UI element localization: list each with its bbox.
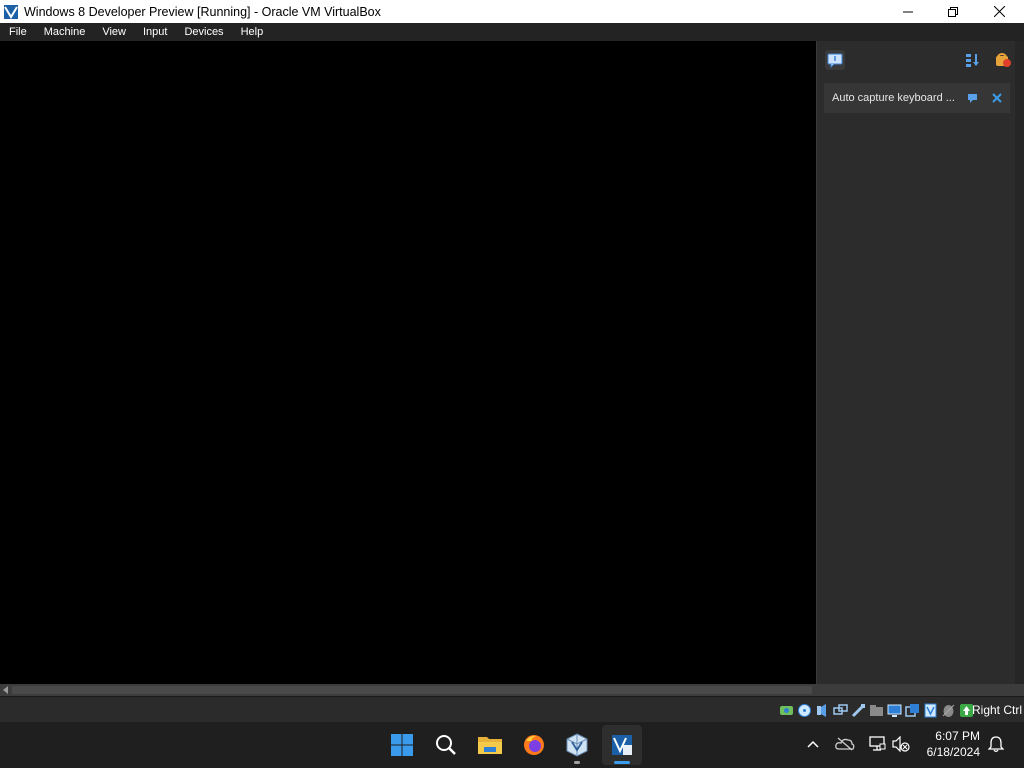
notification-message: Auto capture keyboard ... — [832, 92, 955, 104]
virtualbox-icon — [3, 4, 19, 20]
search-icon — [436, 735, 456, 755]
title-bar[interactable]: Windows 8 Developer Preview [Running] - … — [0, 0, 1024, 23]
display-icon[interactable] — [887, 703, 902, 718]
scroll-left-icon[interactable] — [2, 686, 10, 694]
volume-button[interactable] — [891, 734, 911, 754]
menu-bar: File Machine View Input Devices Help — [0, 23, 1024, 41]
virtualbox-manager-icon — [566, 733, 588, 757]
close-notification-icon — [992, 93, 1002, 103]
network-button[interactable] — [867, 734, 887, 754]
menu-devices[interactable]: Devices — [175, 23, 231, 41]
audio-icon[interactable] — [815, 703, 830, 718]
panel-scrollbar[interactable] — [1015, 41, 1024, 684]
notification-center-toolbar — [817, 41, 1017, 77]
horizontal-scrollbar[interactable] — [0, 684, 1024, 696]
clock-date: 6/18/2024 — [926, 745, 980, 759]
running-indicator — [574, 761, 580, 764]
close-notification-button[interactable] — [990, 91, 1004, 105]
file-explorer-button[interactable] — [470, 725, 510, 765]
host-key-label[interactable]: Right Ctrl — [972, 697, 1022, 723]
shared-folders-icon[interactable] — [869, 703, 884, 718]
network-icon[interactable] — [833, 703, 848, 718]
status-bar: Right Ctrl — [0, 696, 1024, 722]
notification-center-toggle[interactable] — [825, 50, 845, 70]
show-hidden-icons-chevron — [807, 740, 819, 748]
search-button[interactable] — [426, 725, 466, 765]
menu-file[interactable]: File — [0, 23, 35, 41]
keep-finished-icon — [996, 53, 1011, 67]
show-hidden-icons-button[interactable] — [803, 734, 823, 754]
menu-machine[interactable]: Machine — [35, 23, 94, 41]
recording-icon[interactable] — [905, 703, 920, 718]
onedrive-icon — [835, 737, 855, 751]
notification-center-icon — [827, 53, 843, 68]
clock-time: 6:07 PM — [935, 729, 980, 743]
notification-center-panel: Auto capture keyboard ... — [816, 41, 1024, 684]
minimize-icon — [903, 11, 913, 12]
notifications-bell-icon — [988, 736, 1004, 753]
active-indicator — [614, 761, 630, 764]
menu-help[interactable]: Help — [232, 23, 272, 41]
menu-input[interactable]: Input — [134, 23, 175, 41]
scrollbar-thumb[interactable] — [12, 686, 812, 694]
start-button[interactable] — [382, 725, 422, 765]
window-title: Windows 8 Developer Preview [Running] - … — [24, 4, 381, 19]
collapse-notification-icon — [968, 94, 977, 103]
notifications-button[interactable] — [986, 734, 1006, 754]
vm-display[interactable] — [0, 41, 816, 684]
mouse-integration-icon[interactable] — [941, 703, 956, 718]
keep-finished-button[interactable] — [993, 50, 1013, 70]
taskbar: 6:07 PM 6/18/2024 — [0, 722, 1024, 768]
minimize-button[interactable] — [885, 0, 931, 23]
menu-view[interactable]: View — [93, 23, 134, 41]
sort-icon — [966, 54, 979, 67]
network-icon — [869, 736, 886, 751]
close-button[interactable] — [976, 0, 1022, 23]
firefox-button[interactable] — [514, 725, 554, 765]
virtualbox-manager-button[interactable] — [557, 725, 597, 765]
notification-item[interactable]: Auto capture keyboard ... — [824, 83, 1010, 113]
collapse-notification-button[interactable] — [966, 91, 980, 105]
firefox-icon — [524, 735, 544, 755]
sort-button[interactable] — [962, 50, 982, 70]
restore-icon — [948, 6, 958, 17]
close-icon — [993, 6, 1005, 17]
hard-disk-icon[interactable] — [779, 703, 794, 718]
clock[interactable]: 6:07 PM 6/18/2024 — [927, 728, 980, 760]
virtualization-icon[interactable] — [923, 703, 938, 718]
restore-button[interactable] — [930, 0, 976, 23]
optical-drive-icon[interactable] — [797, 703, 812, 718]
virtualbox-vm-icon — [612, 735, 632, 755]
start-icon — [391, 734, 413, 756]
file-explorer-icon — [478, 737, 502, 754]
status-indicators — [779, 701, 974, 719]
onedrive-button[interactable] — [835, 734, 855, 754]
volume-muted-icon — [892, 736, 910, 752]
virtualbox-vm-button[interactable] — [602, 725, 642, 765]
usb-icon[interactable] — [851, 703, 866, 718]
